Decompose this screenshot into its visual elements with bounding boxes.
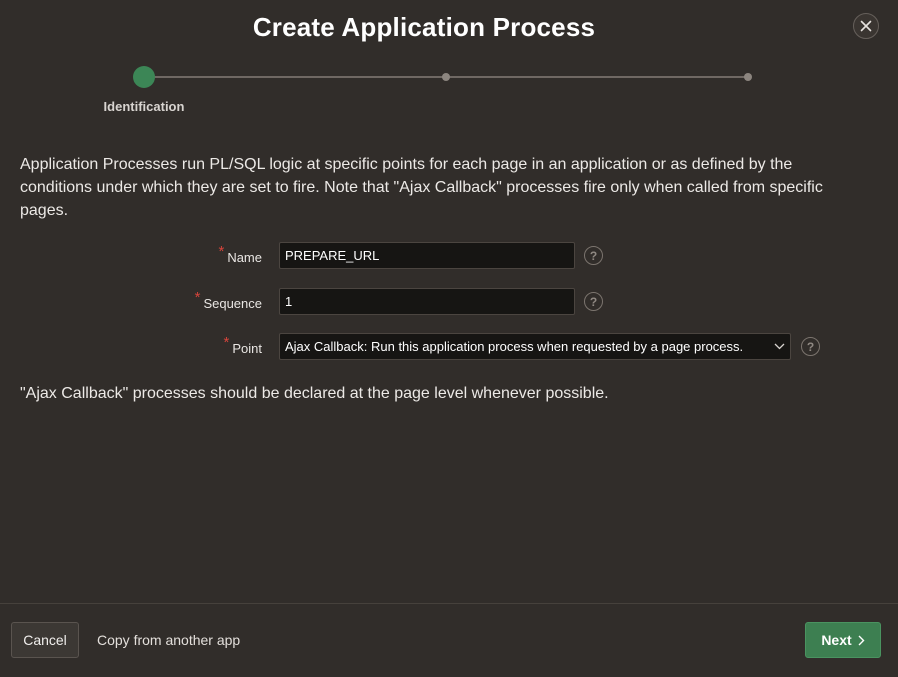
next-button[interactable]: Next (805, 622, 881, 658)
wizard-step-identification (133, 66, 155, 88)
close-button[interactable] (853, 13, 879, 39)
sequence-input[interactable] (279, 288, 575, 315)
sequence-field-row: *Sequence ? (0, 288, 898, 316)
help-icon: ? (589, 248, 598, 263)
close-icon (860, 20, 872, 32)
wizard-step-label: Identification (103, 99, 185, 114)
name-input[interactable] (279, 242, 575, 269)
wizard-track (150, 76, 750, 78)
intro-text: Application Processes run PL/SQL logic a… (20, 156, 823, 219)
cancel-button[interactable]: Cancel (11, 622, 79, 658)
sequence-label-text: Sequence (203, 296, 262, 311)
ajax-callback-note: "Ajax Callback" processes should be decl… (20, 385, 609, 402)
required-marker: * (223, 334, 230, 351)
next-button-label: Next (821, 632, 852, 648)
wizard-progress: Identification (0, 66, 898, 126)
point-help-button[interactable]: ? (801, 337, 820, 356)
point-field-row: * Point Ajax Callback: Run this applicati… (0, 333, 898, 361)
name-help-button[interactable]: ? (584, 246, 603, 265)
point-select-value: Ajax Callback: Run this application proc… (285, 339, 744, 354)
copy-from-another-app-link[interactable]: Copy from another app (97, 632, 240, 648)
point-label-text: Point (232, 341, 262, 356)
help-icon: ? (806, 339, 815, 354)
wizard-step-2 (442, 73, 450, 81)
name-label: * Name (218, 243, 262, 266)
sequence-help-button[interactable]: ? (584, 292, 603, 311)
name-label-text: Name (227, 250, 262, 265)
chevron-right-icon (858, 635, 865, 645)
required-marker: * (194, 289, 201, 306)
help-icon: ? (589, 294, 598, 309)
dialog-title: Create Application Process (252, 12, 596, 42)
required-marker: * (218, 243, 225, 260)
sequence-label: * Sequence (195, 289, 262, 312)
chevron-down-icon (774, 343, 785, 350)
dialog-footer: Cancel Copy from another app Next (0, 603, 898, 677)
point-label: * Point (224, 334, 262, 357)
point-select[interactable]: Ajax Callback: Run this application proc… (279, 333, 791, 360)
name-field-row: *Name ? (0, 242, 898, 270)
wizard-step-3 (744, 73, 752, 81)
